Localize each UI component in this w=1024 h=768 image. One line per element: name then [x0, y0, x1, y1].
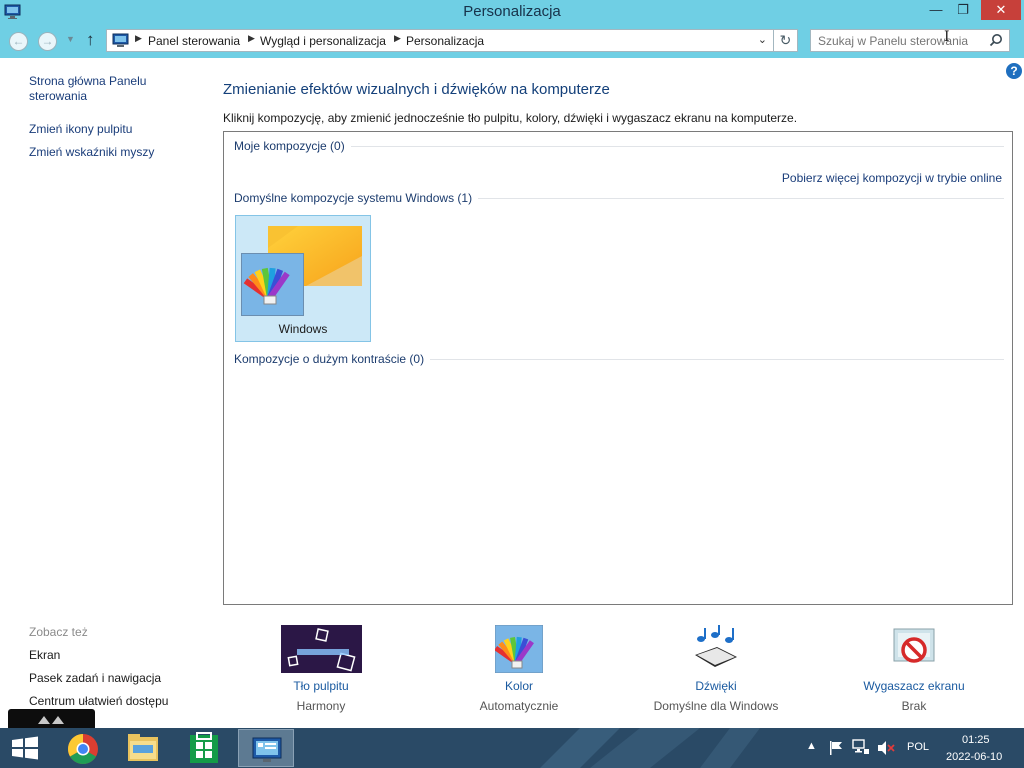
back-button[interactable]: ←	[9, 32, 28, 51]
start-button[interactable]	[0, 729, 56, 767]
clock-time[interactable]: 01:25	[962, 734, 990, 746]
theme-color-thumbnail	[241, 253, 304, 316]
control-panel-icon	[112, 33, 129, 47]
sidebar-link-mouse-pointers[interactable]: Zmień wskaźniki myszy	[29, 145, 154, 160]
window-title: Personalizacja	[463, 3, 561, 20]
chrome-icon	[67, 734, 98, 765]
color-value: Automatycznie	[479, 699, 559, 713]
up-button[interactable]: ↑	[86, 30, 95, 50]
toolbar-arrows-icon	[38, 716, 64, 724]
navigation-bar: ← → ▼ ↑ ▶ Panel sterowania ▶ Wygląd i pe…	[0, 24, 1024, 58]
color-item[interactable]: Kolor Automatycznie	[429, 624, 609, 713]
color-icon	[494, 624, 544, 674]
sounds-item[interactable]: Dźwięki Domyślne dla Windows	[626, 625, 806, 713]
clock-date[interactable]: 2022-06-10	[946, 751, 1002, 763]
control-panel-icon	[252, 737, 282, 762]
see-also-taskbar[interactable]: Pasek zadań i nawigacja	[29, 671, 161, 685]
taskbar-file-explorer[interactable]	[115, 729, 171, 767]
group-my-themes[interactable]: Moje kompozycje (0)	[234, 139, 351, 153]
address-history-dropdown[interactable]: ⌄	[758, 33, 767, 46]
file-explorer-icon	[128, 734, 158, 761]
refresh-button[interactable]: ↻	[774, 29, 798, 52]
action-center-flag-icon[interactable]	[828, 740, 844, 756]
screensaver-label[interactable]: Wygaszacz ekranu	[824, 679, 1004, 693]
screensaver-value: Brak	[901, 699, 927, 713]
input-language-indicator[interactable]: POL	[907, 741, 929, 753]
address-bar[interactable]: ▶ Panel sterowania ▶ Wygląd i personaliz…	[106, 29, 774, 52]
page-description: Kliknij kompozycję, aby zmienić jednocze…	[223, 111, 798, 125]
title-bar: Personalizacja — ❐ ✕	[0, 0, 1024, 24]
page-title: Zmienianie efektów wizualnych i dźwięków…	[223, 81, 610, 98]
taskbar-chrome[interactable]	[55, 729, 111, 767]
breadcrumb-separator[interactable]: ▶	[394, 33, 401, 44]
color-swatch-icon	[243, 267, 290, 305]
breadcrumb-personalizacja[interactable]: Personalizacja	[406, 34, 484, 48]
get-more-themes-online-link[interactable]: Pobierz więcej kompozycji w trybie onlin…	[782, 171, 1002, 185]
screensaver-icon	[893, 628, 935, 663]
show-hidden-icons-button[interactable]: ▲	[806, 740, 817, 752]
store-icon	[190, 732, 218, 763]
sidebar-home-link[interactable]: Strona główna Panelu sterowania	[29, 74, 179, 104]
sounds-icon	[695, 625, 737, 667]
themes-list[interactable]: Moje kompozycje (0) Pobierz więcej kompo…	[223, 131, 1013, 605]
sounds-value: Domyślne dla Windows	[653, 699, 779, 713]
color-label[interactable]: Kolor	[429, 679, 609, 693]
theme-name: Windows	[278, 322, 328, 336]
see-also-title: Zobacz też	[29, 625, 88, 639]
breadcrumb-panel-sterowania[interactable]: Panel sterowania	[148, 34, 240, 48]
volume-muted-icon[interactable]	[877, 740, 895, 756]
maximize-button[interactable]: ❐	[950, 0, 976, 20]
group-default-themes[interactable]: Domyślne kompozycje systemu Windows (1)	[234, 191, 479, 205]
search-icon[interactable]	[989, 33, 1003, 47]
group-high-contrast[interactable]: Kompozycje o dużym kontraście (0)	[234, 352, 431, 366]
help-icon[interactable]: ?	[1006, 63, 1022, 79]
forward-button[interactable]: →	[38, 32, 57, 51]
recent-locations-dropdown[interactable]: ▼	[66, 34, 75, 44]
breadcrumb-separator[interactable]: ▶	[248, 33, 255, 44]
desktop-background-icon	[280, 625, 362, 673]
breadcrumb-separator[interactable]: ▶	[135, 33, 142, 44]
floating-toolbar[interactable]	[8, 709, 95, 728]
taskbar-store[interactable]	[176, 729, 232, 767]
taskbar-control-panel[interactable]	[238, 729, 294, 767]
breadcrumb-wyglad[interactable]: Wygląd i personalizacja	[260, 34, 386, 48]
minimize-button[interactable]: —	[923, 0, 949, 20]
text-cursor-icon: I	[944, 29, 950, 45]
desktop-background-label[interactable]: Tło pulpitu	[231, 679, 411, 693]
taskbar: ▲ POL 01:25 2022-06-10	[0, 728, 1024, 768]
theme-windows[interactable]: Windows	[235, 215, 371, 342]
sounds-label[interactable]: Dźwięki	[626, 679, 806, 693]
desktop-background-item[interactable]: Tło pulpitu Harmony	[231, 625, 411, 713]
start-icon	[12, 736, 38, 760]
see-also-ease-of-access[interactable]: Centrum ułatwień dostępu	[29, 694, 168, 708]
close-button[interactable]: ✕	[981, 0, 1021, 20]
screensaver-item[interactable]: Wygaszacz ekranu Brak	[824, 625, 1004, 713]
search-box[interactable]	[810, 29, 1010, 52]
see-also-display[interactable]: Ekran	[29, 648, 60, 662]
sidebar-link-desktop-icons[interactable]: Zmień ikony pulpitu	[29, 122, 132, 137]
search-input[interactable]	[811, 30, 983, 51]
desktop-background-value: Harmony	[296, 699, 346, 713]
network-icon[interactable]	[852, 739, 870, 756]
